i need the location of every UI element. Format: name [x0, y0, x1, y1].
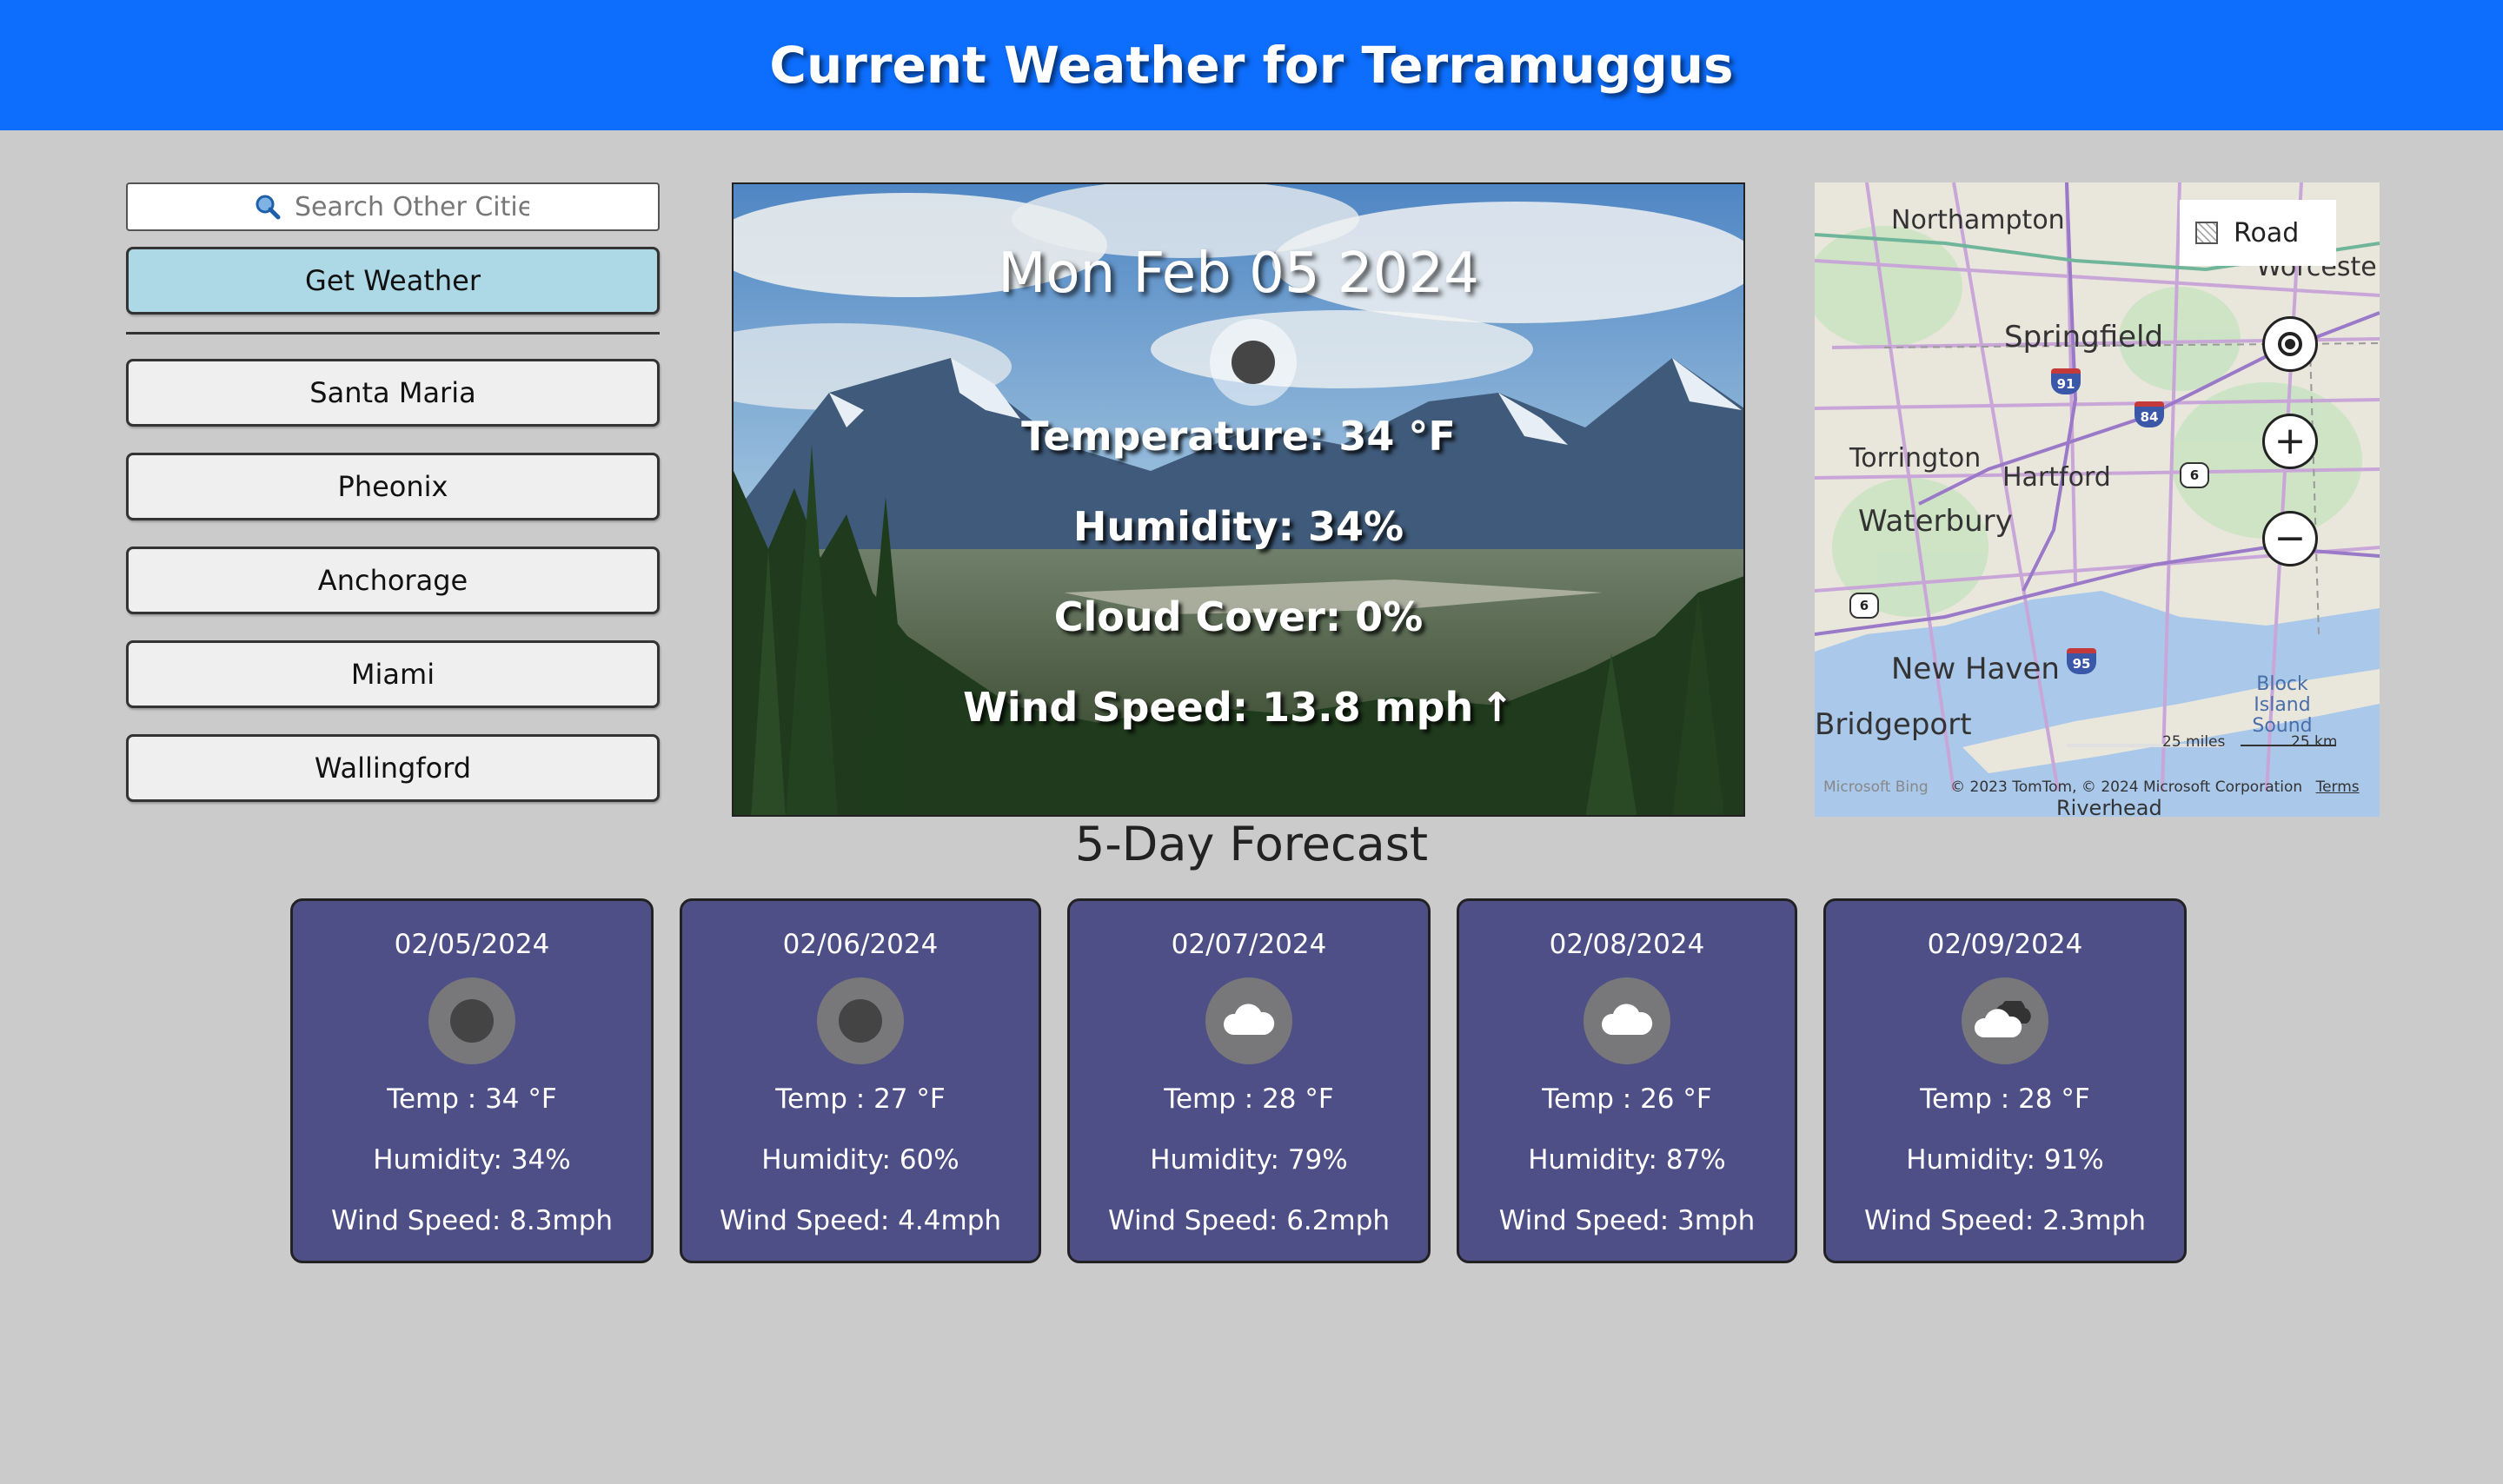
- map-view[interactable]: Northampton Worceste Springfield Torring…: [1815, 182, 2380, 817]
- clear-night-icon: [428, 977, 515, 1064]
- map-label-riverhead: Riverhead: [2056, 796, 2162, 817]
- current-humidity: Humidity: 34%: [1072, 503, 1404, 550]
- cloud-icon: [1583, 977, 1670, 1064]
- current-cloud-cover: Cloud Cover: 0%: [1053, 593, 1424, 640]
- road-map-icon: [2195, 222, 2218, 244]
- map-label-new-haven: New Haven: [1891, 652, 2060, 686]
- current-weather-content: Mon Feb 05 2024 Temperature: 34 °F Humid…: [734, 184, 1743, 815]
- city-button-anchorage[interactable]: Anchorage: [126, 547, 660, 614]
- wind-direction-arrow-icon: ↑: [1480, 684, 1514, 731]
- map-label-hartford: Hartford: [2002, 462, 2111, 493]
- route-shield-6-east: 6: [2180, 462, 2209, 488]
- city-history-list: Santa Maria Pheonix Anchorage Miami Wall…: [126, 359, 660, 802]
- forecast-humidity: Humidity: 87%: [1528, 1144, 1726, 1176]
- forecast-title: 5-Day Forecast: [1074, 817, 1429, 871]
- highway-shield-95: 95: [2067, 648, 2096, 674]
- search-input[interactable]: [293, 190, 531, 223]
- current-temperature: Temperature: 34 °F: [1021, 413, 1456, 460]
- highway-shield-91: 91: [2051, 368, 2081, 394]
- forecast-humidity: Humidity: 91%: [1906, 1144, 2104, 1176]
- clear-night-icon: [817, 977, 904, 1064]
- map-label-block-island-sound: Block Island Sound: [2252, 673, 2313, 737]
- forecast-date: 02/06/2024: [782, 929, 939, 960]
- map-scale-km: 25 km: [2291, 733, 2338, 751]
- zoom-out-button[interactable]: −: [2262, 511, 2318, 566]
- microsoft-bing-logo: Microsoft Bing: [1823, 778, 1929, 796]
- forecast-date: 02/08/2024: [1549, 929, 1705, 960]
- map-terms-link[interactable]: Terms: [2316, 778, 2360, 796]
- forecast-wind-speed: Wind Speed: 2.3mph: [1863, 1205, 2147, 1236]
- forecast-date: 02/09/2024: [1927, 929, 2083, 960]
- forecast-card: 02/07/2024 Temp : 28 °F Humidity: 79% Wi…: [1067, 898, 1431, 1263]
- get-weather-button[interactable]: Get Weather: [126, 247, 660, 315]
- forecast-humidity: Humidity: 60%: [761, 1144, 959, 1176]
- map-style-selector[interactable]: Road: [2180, 200, 2336, 266]
- city-button-pheonix[interactable]: Pheonix: [126, 453, 660, 520]
- minus-icon: −: [2274, 516, 2307, 560]
- search-box[interactable]: [126, 182, 660, 231]
- city-button-miami[interactable]: Miami: [126, 640, 660, 708]
- forecast-date: 02/07/2024: [1171, 929, 1327, 960]
- page-header: Current Weather for Terramuggus: [0, 0, 2503, 130]
- forecast-wind-speed: Wind Speed: 3mph: [1498, 1205, 1756, 1236]
- map-label-bridgeport: Bridgeport: [1815, 707, 1972, 742]
- map-scale-miles: 25 miles: [2162, 733, 2226, 751]
- map-copyright: © 2023 TomTom, © 2024 Microsoft Corporat…: [1950, 778, 2303, 796]
- forecast-temp: Temp : 27 °F: [775, 1083, 946, 1115]
- forecast-card: 02/08/2024 Temp : 26 °F Humidity: 87% Wi…: [1457, 898, 1797, 1263]
- map-label-northampton: Northampton: [1891, 205, 2065, 235]
- current-wind-speed: Wind Speed: 13.8 mph: [963, 684, 1474, 731]
- route-shield-6-west: 6: [1849, 593, 1879, 619]
- forecast-wind-speed: Wind Speed: 6.2mph: [1107, 1205, 1391, 1236]
- map-label-torrington: Torrington: [1849, 443, 1982, 474]
- current-weather-panel: Mon Feb 05 2024 Temperature: 34 °F Humid…: [732, 182, 1745, 817]
- map-label-waterbury: Waterbury: [1858, 504, 2013, 539]
- highway-shield-84: 84: [2135, 401, 2164, 427]
- forecast-wind-speed: Wind Speed: 4.4mph: [719, 1205, 1002, 1236]
- forecast-card: 02/09/2024 Temp : 28 °F Humidity: 91% Wi…: [1823, 898, 2187, 1263]
- cloud-icon: [1205, 977, 1292, 1064]
- sidebar: Get Weather Santa Maria Pheonix Anchorag…: [126, 182, 660, 828]
- city-button-wallingford[interactable]: Wallingford: [126, 734, 660, 802]
- search-icon: [256, 195, 281, 220]
- current-wind: Wind Speed: 13.8 mph ↑: [734, 684, 1743, 731]
- forecast-card: 02/05/2024 Temp : 34 °F Humidity: 34% Wi…: [290, 898, 654, 1263]
- forecast-temp: Temp : 28 °F: [1164, 1083, 1334, 1115]
- forecast-temp: Temp : 28 °F: [1920, 1083, 2090, 1115]
- forecast-temp: Temp : 34 °F: [387, 1083, 557, 1115]
- map-style-label: Road: [2234, 217, 2300, 248]
- broken-clouds-icon: [1962, 977, 2048, 1064]
- map-label-springfield: Springfield: [2004, 320, 2164, 354]
- locate-icon: [2278, 332, 2302, 356]
- sidebar-divider: [126, 332, 660, 335]
- city-button-santa-maria[interactable]: Santa Maria: [126, 359, 660, 427]
- forecast-date: 02/05/2024: [394, 929, 550, 960]
- page-title: Current Weather for Terramuggus: [769, 36, 1734, 95]
- locate-me-button[interactable]: [2262, 316, 2318, 372]
- forecast-card: 02/06/2024 Temp : 27 °F Humidity: 60% Wi…: [680, 898, 1041, 1263]
- map-attribution: Microsoft Bing © 2023 TomTom, © 2024 Mic…: [1823, 778, 2360, 796]
- forecast-wind-speed: Wind Speed: 8.3mph: [330, 1205, 614, 1236]
- forecast-humidity: Humidity: 79%: [1150, 1144, 1348, 1176]
- forecast-humidity: Humidity: 34%: [373, 1144, 571, 1176]
- current-date: Mon Feb 05 2024: [998, 242, 1479, 306]
- forecast-temp: Temp : 26 °F: [1542, 1083, 1712, 1115]
- zoom-in-button[interactable]: +: [2262, 414, 2318, 469]
- clear-night-icon: [1210, 319, 1297, 406]
- plus-icon: +: [2274, 419, 2307, 463]
